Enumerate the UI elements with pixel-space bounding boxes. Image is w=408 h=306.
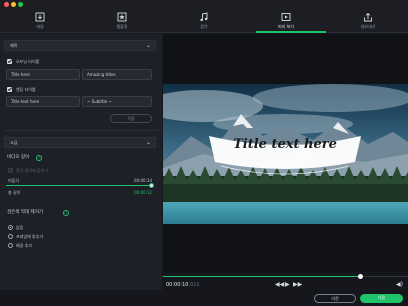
import-icon xyxy=(35,12,45,22)
timecode-current: 00:00:10 xyxy=(166,282,189,288)
play-icon[interactable]: ▶ xyxy=(285,281,290,289)
timecode-frame: .011 xyxy=(188,282,200,288)
total-length-label: 총 길이 xyxy=(8,190,21,195)
previous-button[interactable]: 이전 xyxy=(314,294,356,303)
ending-subtitle-field[interactable]: ~ Subtitle ~ xyxy=(82,96,152,107)
video-length-slider-knob[interactable] xyxy=(149,183,154,188)
apply-button[interactable]: 적용 xyxy=(110,114,152,123)
radio-add-background-label: 배경 추가 xyxy=(16,243,32,248)
radio-fit-frame[interactable] xyxy=(8,234,13,239)
help-icon[interactable]: ? xyxy=(36,155,42,161)
tab-preview[interactable]: 미리 보기 xyxy=(256,9,316,33)
total-length-value: 00:00:12 xyxy=(134,190,152,195)
radio-none-label: 없음 xyxy=(16,225,24,230)
window-titlebar xyxy=(0,0,408,9)
top-toolbar: 파일 템플릿 음악 미리 보기 내보내기 xyxy=(0,9,408,33)
preview-title-text: Title text here xyxy=(233,137,337,152)
title-dropdown[interactable]: 제목 ⌄ xyxy=(4,40,156,51)
chevron-down-icon: ⌄ xyxy=(145,139,151,146)
tab-preview-label: 미리 보기 xyxy=(278,24,294,29)
tab-files-label: 파일 xyxy=(36,24,44,29)
black-bars-title: 검은색 막대 제거기 xyxy=(7,210,43,215)
ending-title-label: 엔딩 타이틀 xyxy=(16,87,36,92)
radio-fit-frame-label: 프레임에 맞추기 xyxy=(16,234,44,239)
auto-adjust-label: 음악 길이에 맞추기 xyxy=(16,168,48,173)
ending-title-field[interactable]: Title text here xyxy=(6,96,80,107)
preview-subtitle-text: ~ Subtitle ~ xyxy=(266,161,304,168)
next-frame-icon[interactable]: ▶▶ xyxy=(293,281,302,289)
chevron-down-icon: ⌄ xyxy=(145,42,151,49)
preview-icon xyxy=(281,13,291,21)
export-icon xyxy=(364,12,372,22)
opening-title-label: 오프닝 타이틀 xyxy=(16,59,40,64)
active-tab-indicator xyxy=(256,31,326,33)
opening-title-field[interactable]: Title here xyxy=(6,69,80,80)
next-button[interactable]: 다음 xyxy=(360,294,403,303)
music-icon xyxy=(200,12,208,22)
original-length-label: 미듐식 xyxy=(8,178,20,183)
tab-music-label: 음악 xyxy=(200,24,208,29)
advanced-dropdown[interactable]: 고급 ⌄ xyxy=(4,137,156,148)
close-window-button[interactable] xyxy=(4,2,9,7)
opening-title-checkbox[interactable] xyxy=(7,59,12,64)
tab-export[interactable]: 내보내기 xyxy=(338,9,398,33)
volume-icon[interactable]: ◀) xyxy=(396,281,403,289)
video-length-title: 비디오 길이 xyxy=(7,155,30,160)
maximize-window-button[interactable] xyxy=(18,2,23,7)
opening-subtitle-field[interactable]: Amazing titles xyxy=(82,69,152,80)
video-preview[interactable]: Title text here ~ Subtitle ~ xyxy=(163,84,408,224)
previous-frame-icon[interactable]: ◀◀ xyxy=(275,281,284,289)
tab-music[interactable]: 음악 xyxy=(174,9,234,33)
radio-none[interactable] xyxy=(8,225,13,230)
video-length-slider-fill xyxy=(6,185,152,186)
tab-export-label: 내보내기 xyxy=(360,24,376,29)
template-icon xyxy=(117,12,127,22)
preview-image: Title text here ~ Subtitle ~ xyxy=(163,84,408,224)
timecode: 00:00:10.011 xyxy=(166,282,200,289)
minimize-window-button[interactable] xyxy=(11,2,16,7)
advanced-dropdown-label: 고급 xyxy=(10,140,18,145)
original-length-value: 00:00:34 xyxy=(134,178,152,183)
help-icon[interactable]: ? xyxy=(63,210,69,216)
tab-templates-label: 템플릿 xyxy=(116,24,128,29)
divider xyxy=(4,130,158,131)
title-dropdown-label: 제목 xyxy=(10,43,18,48)
tab-templates[interactable]: 템플릿 xyxy=(92,9,152,33)
playback-scrubber-knob[interactable] xyxy=(358,274,364,279)
tab-files[interactable]: 파일 xyxy=(10,9,70,33)
playback-progress xyxy=(163,276,362,277)
radio-add-background[interactable] xyxy=(8,243,13,248)
ending-title-checkbox[interactable] xyxy=(7,87,12,92)
auto-adjust-checkbox[interactable] xyxy=(8,168,13,173)
